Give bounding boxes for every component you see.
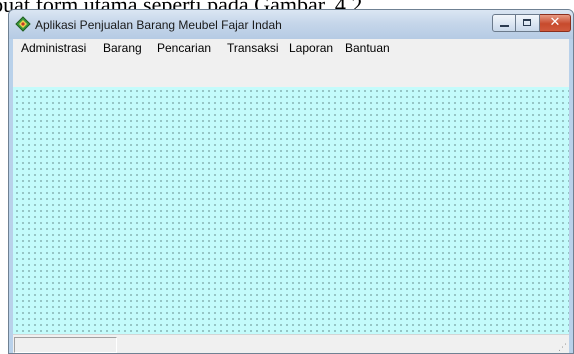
maximize-icon xyxy=(523,19,531,26)
menu-bar: Administrasi Barang Pencarian Transaksi … xyxy=(13,39,569,58)
toolbar-area xyxy=(13,58,569,87)
main-window: Aplikasi Penjualan Barang Meubel Fajar I… xyxy=(8,9,574,354)
menu-administrasi[interactable]: Administrasi xyxy=(19,41,88,55)
menu-pencarian[interactable]: Pencarian xyxy=(155,41,213,55)
menu-laporan[interactable]: Laporan xyxy=(287,41,335,55)
minimize-icon xyxy=(500,25,509,27)
status-bar: ⋰ xyxy=(13,334,569,353)
maximize-button[interactable] xyxy=(516,14,540,32)
mdi-workspace[interactable] xyxy=(13,87,569,334)
app-logo-icon xyxy=(15,16,31,32)
status-panel xyxy=(14,337,117,353)
menu-transaksi[interactable]: Transaksi xyxy=(225,41,281,55)
menu-barang[interactable]: Barang xyxy=(101,41,144,55)
close-button[interactable]: ✕ xyxy=(540,14,571,32)
menu-bantuan[interactable]: Bantuan xyxy=(343,41,392,55)
client-area: Administrasi Barang Pencarian Transaksi … xyxy=(13,39,569,353)
size-grip-icon[interactable]: ⋰ xyxy=(557,343,567,353)
title-bar[interactable]: Aplikasi Penjualan Barang Meubel Fajar I… xyxy=(9,10,573,39)
window-title: Aplikasi Penjualan Barang Meubel Fajar I… xyxy=(35,18,282,32)
close-icon: ✕ xyxy=(549,15,561,30)
minimize-button[interactable] xyxy=(492,14,516,32)
